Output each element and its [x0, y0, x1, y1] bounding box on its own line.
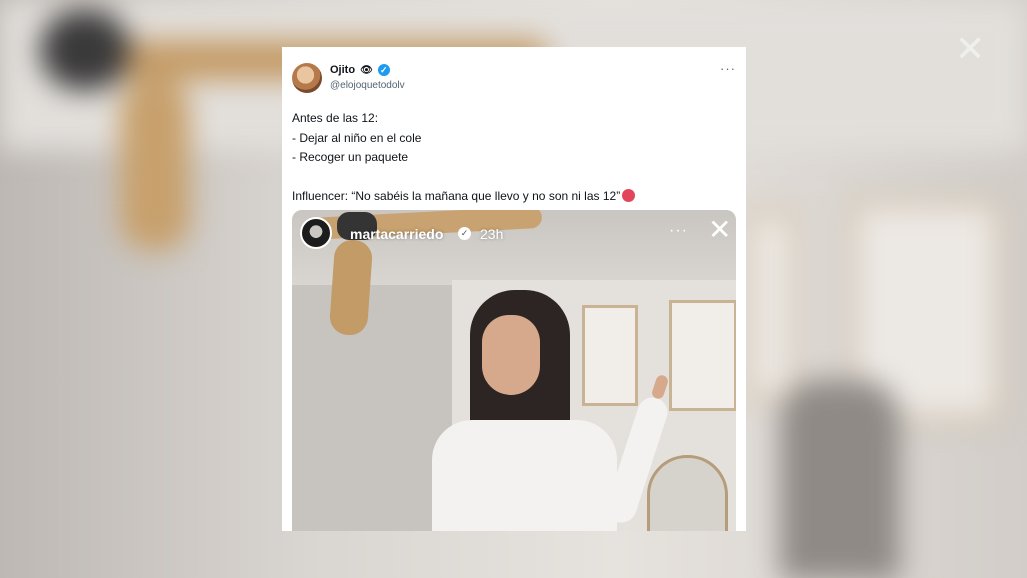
tweet-line: - Recoger un paquete — [292, 150, 409, 164]
author-handle[interactable]: @elojoquetodolv — [330, 80, 405, 91]
tweet-line: Antes de las 12: — [292, 111, 379, 125]
eye-emoji-icon: 👁 — [360, 64, 373, 76]
story-avatar[interactable] — [300, 217, 332, 249]
close-icon: ✕ — [955, 28, 986, 69]
bg-person — [780, 380, 900, 578]
video-person-body — [432, 420, 617, 531]
author-name-row: Ojito 👁 ✓ — [330, 64, 390, 76]
video-picture-frame — [582, 305, 638, 406]
story-more-icon[interactable]: ··· — [669, 222, 688, 240]
story-close-icon[interactable]: ✕ — [708, 216, 731, 244]
angry-face-emoji-icon — [622, 188, 636, 202]
video-wall-left — [292, 285, 452, 531]
video-picture-frame — [669, 300, 736, 411]
story-timestamp: 23h — [480, 226, 504, 242]
display-name[interactable]: Ojito — [330, 64, 355, 76]
video-person-face — [482, 315, 540, 395]
bg-fan-arm — [120, 80, 190, 250]
embedded-video[interactable]: martacarriedo ✓ 23h ··· ✕ — [292, 210, 736, 531]
quote-line: Influencer: “No sabéis la mañana que lle… — [292, 188, 621, 203]
story-username[interactable]: martacarriedo — [350, 226, 443, 242]
video-mirror — [647, 455, 728, 531]
verified-badge-icon: ✓ — [377, 64, 390, 76]
tweet-text: Antes de las 12: - Dejar al niño en el c… — [292, 109, 732, 206]
story-verified-icon: ✓ — [458, 227, 471, 240]
avatar[interactable] — [292, 63, 322, 93]
tweet-card: Ojito 👁 ✓ @elojoquetodolv ··· Antes de l… — [282, 47, 746, 531]
tweet-line: - Dejar al niño en el cole — [292, 130, 422, 145]
bg-picture-frame — [745, 210, 797, 402]
more-options-icon[interactable]: ··· — [720, 61, 736, 76]
bg-fan-hub — [40, 10, 130, 90]
tweet-line: Influencer: “No sabéis la mañana que lle… — [292, 187, 732, 207]
story-header: martacarriedo ✓ 23h ··· ✕ — [292, 210, 736, 254]
